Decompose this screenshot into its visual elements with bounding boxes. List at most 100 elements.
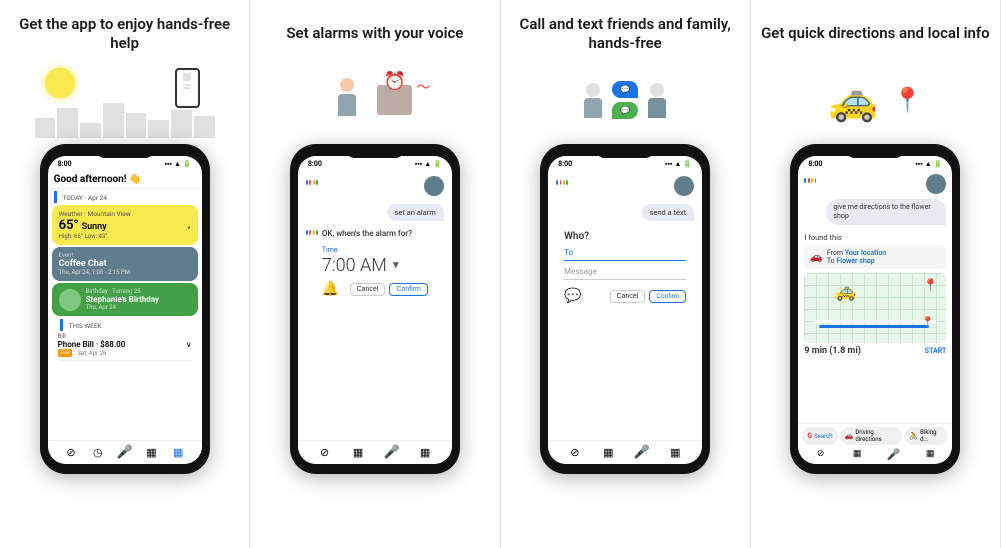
nav-mic-icon[interactable]: 🎤	[118, 446, 132, 460]
alarm-action-row: 🔔 Cancel Confirm	[322, 281, 428, 297]
biking-tab[interactable]: 🚴 Biking d...	[904, 427, 948, 445]
google-dot-small	[306, 230, 318, 242]
nav-explore-icon-4[interactable]: ⊘	[814, 447, 828, 461]
phone-screen-3: 8:00 ▪▪▪▲🔋 send a text	[548, 156, 702, 464]
driving-tab[interactable]: 🚗 Driving directions	[840, 427, 903, 445]
sound-wave-illustration: 〜	[416, 77, 430, 97]
nav-explore-icon[interactable]: ⊘	[64, 446, 78, 460]
phone-mockup-4: 8:00 ▪▪▪▲🔋 give me directions to th	[790, 144, 960, 474]
person-illustration-2	[337, 78, 357, 123]
nav-home-icon[interactable]: ▦	[171, 446, 185, 460]
nav-mic-icon-3[interactable]: 🎤	[635, 446, 649, 460]
person-illustration-3a	[584, 83, 602, 118]
directions-card: 🚗 From Your location To Flower shop	[804, 245, 946, 269]
nav-keyboard-icon-3[interactable]: ▦	[601, 446, 615, 460]
user-bubble-3: send a text	[642, 204, 695, 221]
bill-section: THIS WEEK Bill Phone Bill · $88.00 ∨ Due…	[54, 319, 196, 361]
bottom-nav-2: ⊘ ▦ 🎤 ▦	[298, 440, 452, 464]
due-badge: Due	[58, 349, 73, 357]
map-destination-pin: 📍	[923, 278, 938, 292]
time-display: 8:00	[58, 160, 72, 168]
search-tab[interactable]: G Search	[802, 427, 837, 445]
alarm-clock-illustration: ⏰	[384, 71, 406, 92]
status-icons-4: ▪▪▪▲🔋	[915, 160, 942, 168]
bill-date: Sat, Apr 26	[77, 350, 106, 357]
phone-screen-1: 8:00 ▪▪▪▲🔋 Good afternoon! 👋 TODAY · Apr…	[48, 156, 202, 464]
google-assistant-logo-3	[556, 180, 568, 192]
status-icons: ▪▪▪▲🔋	[165, 160, 192, 168]
weather-condition: Sunny	[82, 222, 107, 232]
user-avatar-3	[674, 176, 694, 196]
alarm-buttons: Cancel Confirm	[350, 283, 428, 296]
panel-hands-free: Get the app to enjoy hands-free help	[0, 0, 250, 548]
to-field[interactable]: To	[564, 248, 686, 261]
nav-history-icon[interactable]: ◷	[91, 446, 105, 460]
bottom-nav-1: ⊘ ◷ 🎤 ▦ ▦	[48, 440, 202, 464]
map-taxi-icon: 🚕	[834, 281, 856, 302]
start-navigation-button[interactable]: START	[925, 347, 947, 355]
alarm-time-value: 7:00 AM ▼	[322, 255, 444, 276]
nav-calendar-icon-3[interactable]: ▦	[668, 446, 682, 460]
nav-mic-icon-2[interactable]: 🎤	[385, 446, 399, 460]
nav-calendar-icon-4[interactable]: ▦	[923, 447, 937, 461]
google-assistant-logo-4	[804, 178, 816, 190]
to-text: To Flower shop	[827, 257, 886, 265]
today-label: TODAY · Apr 24	[54, 191, 196, 203]
nav-keyboard-icon-4[interactable]: ▦	[850, 447, 864, 461]
birthday-avatar	[59, 289, 81, 311]
nav-mic-icon-4[interactable]: 🎤	[887, 447, 901, 461]
alarm-confirm-button[interactable]: Confirm	[389, 283, 428, 296]
who-label: Who?	[564, 231, 686, 242]
phone-mockup-3: 8:00 ▪▪▪▲🔋 send a text	[540, 144, 710, 474]
panel-directions: Get quick directions and local info 🚕 📍 …	[751, 0, 1001, 548]
speech-bubble-blue: 💬	[612, 81, 638, 98]
sms-action-row: 💬 Cancel Confirm	[564, 288, 686, 304]
map-route	[819, 325, 929, 328]
birthday-card: Birthday · Turning 25 Stephanie's Birthd…	[52, 283, 198, 316]
chat-bubbles: 💬 💬	[612, 81, 638, 119]
car-tab-icon: 🚗	[845, 432, 854, 440]
weather-label: Weather · Mountain View	[59, 210, 191, 218]
user-avatar-4	[926, 174, 946, 194]
phone-mockup-1: 8:00 ▪▪▪▲🔋 Good afternoon! 👋 TODAY · Apr…	[40, 144, 210, 474]
status-icons-2: ▪▪▪▲🔋	[415, 160, 442, 168]
weather-highlow: High: 66° Low: 43°	[59, 233, 191, 240]
weather-card: Weather · Mountain View 65° Sunny ∨ High…	[52, 205, 198, 245]
alarm-cancel-button[interactable]: Cancel	[350, 283, 386, 296]
text-confirm-button[interactable]: Confirm	[649, 290, 686, 303]
small-phone-illustration	[175, 68, 200, 108]
speech-bubble-green: 💬	[612, 102, 638, 119]
bottom-nav-3: ⊘ ▦ 🎤 ▦	[548, 440, 702, 464]
bill-name: Phone Bill · $88.00	[58, 340, 126, 349]
time-dropdown-icon[interactable]: ▼	[391, 260, 401, 271]
text-buttons: Cancel Confirm	[610, 290, 687, 303]
phone-notch	[95, 144, 155, 158]
panel4-illustration: 🚕 📍	[761, 60, 990, 140]
nav-explore-icon-2[interactable]: ⊘	[318, 446, 332, 460]
person-illustration-3b	[648, 83, 666, 118]
panel-text: Call and text friends and family, hands-…	[501, 0, 751, 548]
status-icons-3: ▪▪▪▲🔋	[665, 160, 692, 168]
message-field[interactable]: Message	[564, 267, 686, 280]
weather-temp: 65°	[59, 218, 79, 233]
panel3-title: Call and text friends and family, hands-…	[511, 14, 740, 54]
text-cancel-button[interactable]: Cancel	[610, 290, 646, 303]
google-g-icon: G	[807, 432, 812, 440]
event-label: Event	[59, 252, 191, 259]
nav-explore-icon-3[interactable]: ⊘	[568, 446, 582, 460]
event-time: Thu, Apr 24, 1:00 - 2:15 PM	[59, 269, 191, 276]
found-text: I found this	[804, 233, 946, 242]
panel-alarm: Set alarms with your voice ⏰ 〜 8:00 ▪▪▪▲…	[250, 0, 500, 548]
nav-calendar-icon-2[interactable]: ▦	[418, 446, 432, 460]
time-display-4: 8:00	[808, 160, 822, 168]
phone-screen-4: 8:00 ▪▪▪▲🔋 give me directions to th	[798, 156, 952, 464]
nav-keyboard-icon-2[interactable]: ▦	[351, 446, 365, 460]
week-label: THIS WEEK	[60, 319, 190, 331]
birthday-date: Thu, Apr 24	[86, 304, 159, 311]
phone-notch-3	[595, 144, 655, 158]
from-text: From Your location	[827, 249, 886, 257]
event-card: Event Coffee Chat Thu, Apr 24, 1:00 - 2:…	[52, 247, 198, 281]
nav-keyboard-icon[interactable]: ▦	[144, 446, 158, 460]
status-bar-3: 8:00 ▪▪▪▲🔋	[548, 156, 702, 170]
map-road	[814, 320, 936, 323]
